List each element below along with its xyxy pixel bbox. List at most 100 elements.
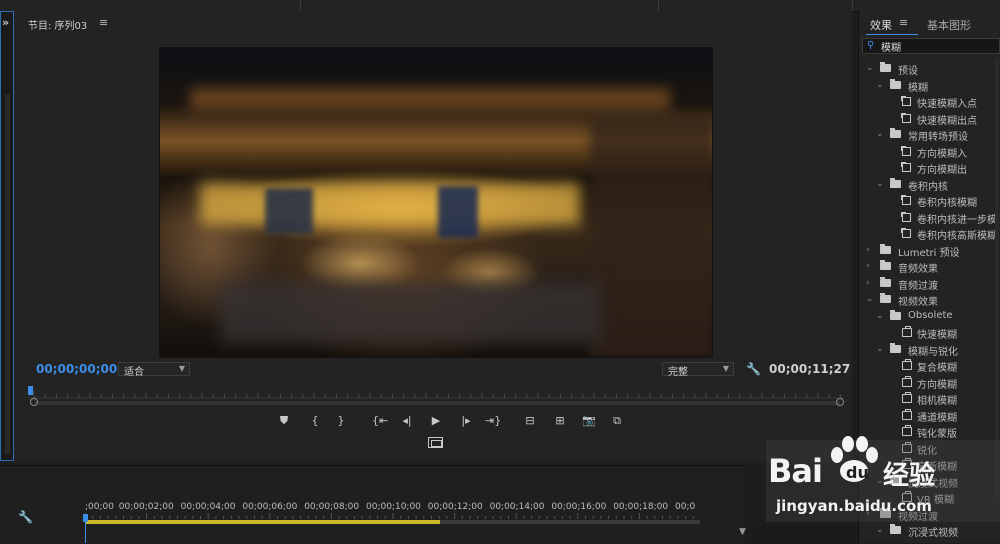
effects-scrollbar[interactable] [995,58,999,498]
effects-folder[interactable]: ⌄ 常用转场预设 [858,127,1000,143]
effect-icon [902,375,912,387]
timeline-time-label: 00;00;06;00 [242,502,298,512]
wrench-icon[interactable]: 🔧 [18,510,33,524]
timeline-ruler[interactable] [85,513,700,519]
effects-item[interactable]: 快速模糊 [858,325,1000,341]
panel-divider [852,0,853,11]
effects-folder[interactable]: ⌄ 视频效果 [858,292,1000,308]
effects-folder[interactable]: ⌄ 卷积内核 [858,177,1000,193]
effects-item-label: 卷积内核模糊 [917,198,977,209]
effects-folder[interactable]: › 音频效果 [858,259,1000,275]
mark-out-button[interactable]: } [333,414,349,427]
effect-icon [902,392,912,403]
wrench-icon[interactable]: 🔧 [746,362,761,376]
timeline-time-label: 00;00;10;00 [366,502,421,512]
effects-item[interactable]: 通道模糊 [858,408,1000,424]
play-button[interactable]: ▶ [428,414,444,427]
folder-icon [880,243,891,254]
effects-item[interactable]: 卷积内核进一步模 [858,210,1000,226]
effects-item[interactable]: 卷积内核高斯模糊 [858,226,1000,242]
folder-icon [880,260,891,270]
chevron-down-icon[interactable]: ⌄ [876,344,884,354]
effects-item-label: 卷积内核 [908,181,948,193]
playhead-marker[interactable] [28,386,33,395]
effects-item[interactable]: 快速模糊入点 [858,94,1000,110]
playback-resolution-select[interactable]: 完整 ▼ [662,362,734,378]
hamburger-menu-icon[interactable]: ≡ [99,16,108,29]
effects-item[interactable]: 卷积内核模糊 [858,193,1000,209]
effects-folder[interactable]: ⌄ 模糊与锐化 [858,342,1000,358]
step-back-button[interactable]: ◂| [399,414,415,427]
add-marker-button[interactable]: ⛊ [276,414,292,428]
chevron-down-icon[interactable]: ⌄ [876,179,884,189]
effects-item-label: 模糊 [908,82,928,94]
monitor-time-ruler[interactable] [28,387,844,399]
tab-effects[interactable]: 效果 [870,17,892,33]
chevron-down-icon[interactable]: ⌄ [876,311,884,321]
timeline-time-label: 00;00;02;00 [118,502,174,512]
playhead-timecode[interactable]: 00;00;00;00 [36,362,117,376]
chevron-down-icon[interactable]: ⌄ [876,80,884,90]
chevron-down-icon[interactable]: ⌄ [876,129,884,139]
effects-item-label: 快速模糊出点 [917,115,977,127]
chevron-down-icon[interactable]: ⌄ [866,294,874,304]
effects-folder[interactable]: ⌄ 沉浸式视频 [858,523,1000,539]
chevron-right-icon[interactable]: › [866,278,870,288]
extract-button[interactable]: ⊞ [552,414,568,427]
zoom-handle-right[interactable] [836,398,844,406]
gutter-scrollbar[interactable] [5,94,10,454]
collapsed-panel-gutter[interactable]: » [0,11,14,461]
effects-item[interactable]: 方向模糊出 [858,160,1000,176]
effects-item[interactable]: 方向模糊 [858,375,1000,391]
effects-item[interactable]: 复合模糊 [858,358,1000,374]
safe-margins-icon[interactable] [428,437,443,448]
lift-button[interactable]: ⊟ [522,414,538,427]
duration-timecode: 00;00;11;27 [769,362,851,376]
tab-basic-graphics[interactable]: 基本图形 [927,17,971,33]
effects-folder[interactable]: › Lumetri 预设 [858,243,1000,259]
timeline-time-label: 00;00;18;00 [613,502,669,512]
chevron-down-icon: ▼ [722,364,729,373]
effects-folder[interactable]: ⌄ 模糊 [858,78,1000,94]
effects-item[interactable]: 方向模糊入 [858,144,1000,160]
chevron-right-icon[interactable]: › [866,261,870,271]
go-to-out-button[interactable]: ⇥} [485,414,501,427]
comparison-view-button[interactable]: ⧉ [609,414,625,428]
effects-item-label: 卷积内核高斯模糊 [917,231,997,242]
zoom-handle-left[interactable] [30,398,38,406]
hamburger-menu-icon[interactable]: ≡ [899,16,908,29]
timeline-playhead[interactable] [83,514,88,522]
effects-item-label: 常用转场预设 [908,132,968,143]
chevron-down-icon: ▼ [178,364,185,373]
search-input[interactable] [881,40,991,52]
effects-item-label: 音频过渡 [898,280,938,292]
chevron-down-icon[interactable]: ⌄ [866,63,874,73]
timeline-track-bar [440,520,700,524]
effect-icon [902,408,912,420]
fit-zoom-select[interactable]: 适合 ▼ [118,362,190,378]
step-forward-button[interactable]: |▸ [458,414,474,427]
chevron-down-icon[interactable]: ▼ [739,527,746,537]
effects-folder[interactable]: ⌄ Obsolete [858,309,1000,325]
work-area-bar[interactable] [85,520,440,524]
panel-divider [658,0,659,11]
effects-folder[interactable]: › 音频过渡 [858,276,1000,292]
expand-panels-icon[interactable]: » [2,16,9,29]
folder-icon [880,62,891,72]
effect-icon [902,326,912,337]
effect-icon [902,425,912,436]
chevron-down-icon[interactable]: ⌄ [876,525,884,535]
effects-search[interactable]: ⚲ [862,38,1000,54]
program-monitor-title[interactable]: 节目: 序列03 [28,17,87,32]
chevron-right-icon[interactable]: › [866,245,870,255]
zoom-scroll-bar[interactable] [34,401,840,405]
effects-item-label: Lumetri 预设 [898,247,960,259]
video-preview [159,47,713,358]
effects-folder[interactable]: ⌄ 预设 [858,61,1000,77]
export-frame-button[interactable]: 📷 [581,414,597,427]
effects-item[interactable]: 快速模糊出点 [858,111,1000,127]
folder-icon [890,78,901,89]
go-to-in-button[interactable]: {⇤ [372,414,388,427]
effects-item[interactable]: 相机模糊 [858,391,1000,407]
mark-in-button[interactable]: { [307,414,323,427]
